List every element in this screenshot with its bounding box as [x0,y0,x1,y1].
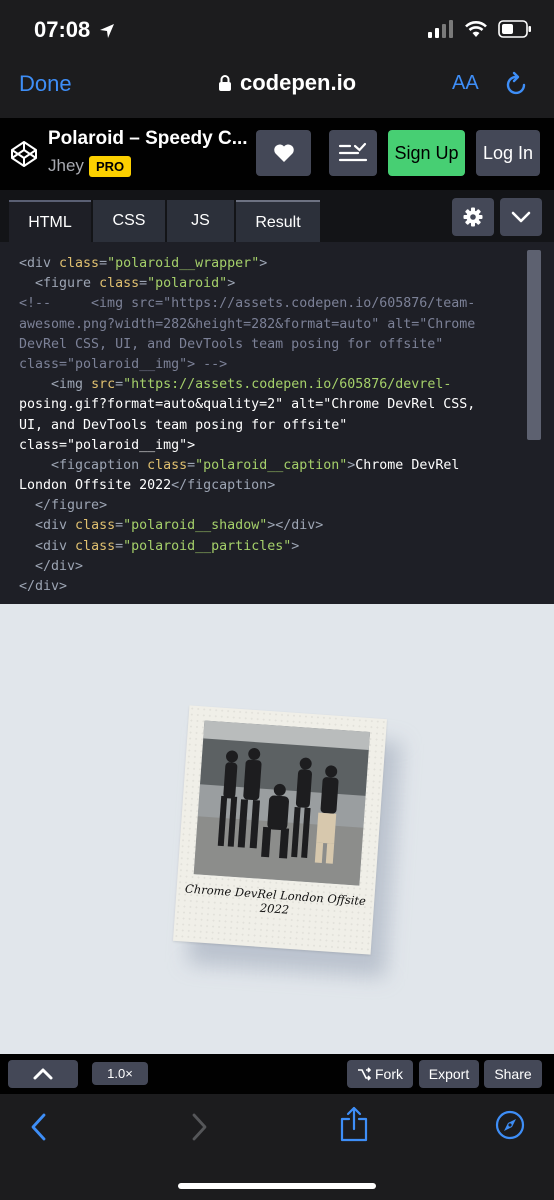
editor-scrollbar[interactable] [527,250,541,440]
code-line[interactable]: <img src="https://assets.codepen.io/6058… [19,375,494,395]
code-line[interactable]: <div class="polaroid__shadow"></div> [19,516,494,536]
code-line[interactable]: </div> [19,577,494,597]
export-button[interactable]: Export [419,1060,479,1088]
polaroid: Chrome DevRel London Offsite 2022 [173,705,387,955]
back-arrow-icon[interactable] [28,1112,50,1142]
home-indicator[interactable] [178,1183,376,1189]
safari-toolbar [0,1094,554,1200]
change-view-button[interactable] [329,130,377,176]
reload-icon[interactable] [504,70,530,98]
polaroid-photo [193,720,371,886]
lock-icon [219,75,231,91]
sign-up-button[interactable]: Sign Up [388,130,465,176]
polaroid-wrapper: Chrome DevRel London Offsite 2022 [173,705,402,978]
settings-button[interactable] [452,198,494,236]
collapse-editor-button[interactable] [500,198,542,236]
fork-icon [358,1067,371,1081]
code-line[interactable]: class="polaroid__img"> --> [19,355,494,375]
text-size-label: AA [452,72,479,94]
tab-css[interactable]: CSS [93,200,165,242]
code-line[interactable]: London Offsite 2022</figcaption> [19,476,494,496]
tab-result[interactable]: Result [236,200,320,244]
code-line[interactable]: <div class="polaroid__wrapper"> [19,254,494,274]
address-bar[interactable]: codepen.io [218,70,356,96]
code-line[interactable]: posing.gif?format=auto&quality=2" alt="C… [19,395,494,415]
status-time: 07:08 [34,17,91,42]
codepen-header: Polaroid – Speedy C... Jhey PRO Sign Up … [0,118,554,190]
share-icon[interactable] [339,1106,369,1142]
share-button[interactable]: Share [484,1060,542,1088]
zoom-level-button[interactable]: 1.0× [92,1062,148,1085]
compass-icon[interactable] [495,1110,525,1140]
log-in-button[interactable]: Log In [476,130,540,176]
pen-author[interactable]: Jhey [48,156,84,176]
code-line[interactable]: <figure class="polaroid"> [19,274,494,294]
code-line[interactable]: awesome.png?width=282&height=282&format=… [19,315,494,335]
tab-html[interactable]: HTML [9,200,91,244]
fork-button[interactable]: Fork [347,1060,413,1088]
polaroid-caption: Chrome DevRel London Offsite 2022 [183,882,367,923]
code-line[interactable]: <div class="polaroid__particles"> [19,537,494,557]
pen-title[interactable]: Polaroid – Speedy C... [48,128,248,150]
editor-tab-bar: HTML CSS JS Result [0,190,554,244]
team-photo-image [193,720,371,886]
chevron-up-icon [33,1068,53,1080]
fork-label: Fork [375,1066,403,1082]
url-text: codepen.io [240,70,357,95]
pro-badge: PRO [89,156,132,177]
codepen-footer-bar: 1.0× Fork Export Share [0,1054,554,1094]
tab-js[interactable]: JS [167,200,234,242]
cellular-signal-icon [428,20,453,38]
done-button[interactable]: Done [19,71,72,97]
like-button[interactable] [256,130,311,176]
forward-arrow-icon[interactable] [188,1112,210,1142]
code-line[interactable]: <!-- <img src="https://assets.codepen.io… [19,294,494,314]
code-line[interactable]: <figcaption class="polaroid__caption">Ch… [19,456,494,476]
gear-icon [463,207,483,227]
location-arrow-icon [100,24,114,38]
code-line[interactable]: </figure> [19,496,494,516]
wifi-icon [465,21,487,37]
text-size-button[interactable]: AA [452,72,479,95]
layout-menu-icon [338,142,368,162]
expand-console-button[interactable] [8,1060,78,1088]
html-code-editor[interactable]: <div class="polaroid__wrapper"> <figure … [0,242,554,604]
codepen-logo-icon[interactable] [10,140,38,168]
chevron-down-icon [511,211,531,223]
battery-icon [498,20,531,38]
code-line[interactable]: DevRel CSS, UI, and DevTools team posing… [19,335,494,355]
code-line[interactable]: class="polaroid__img"> [19,436,494,456]
safari-top-bar: Done codepen.io AA [0,58,554,118]
heart-icon [273,144,294,162]
status-bar: 07:08 [0,0,554,58]
code-line[interactable]: UI, and DevTools team posing for offsite… [19,416,494,436]
code-block[interactable]: <div class="polaroid__wrapper"> <figure … [19,254,494,597]
code-line[interactable]: </div> [19,557,494,577]
result-preview[interactable]: Chrome DevRel London Offsite 2022 [0,604,554,1054]
